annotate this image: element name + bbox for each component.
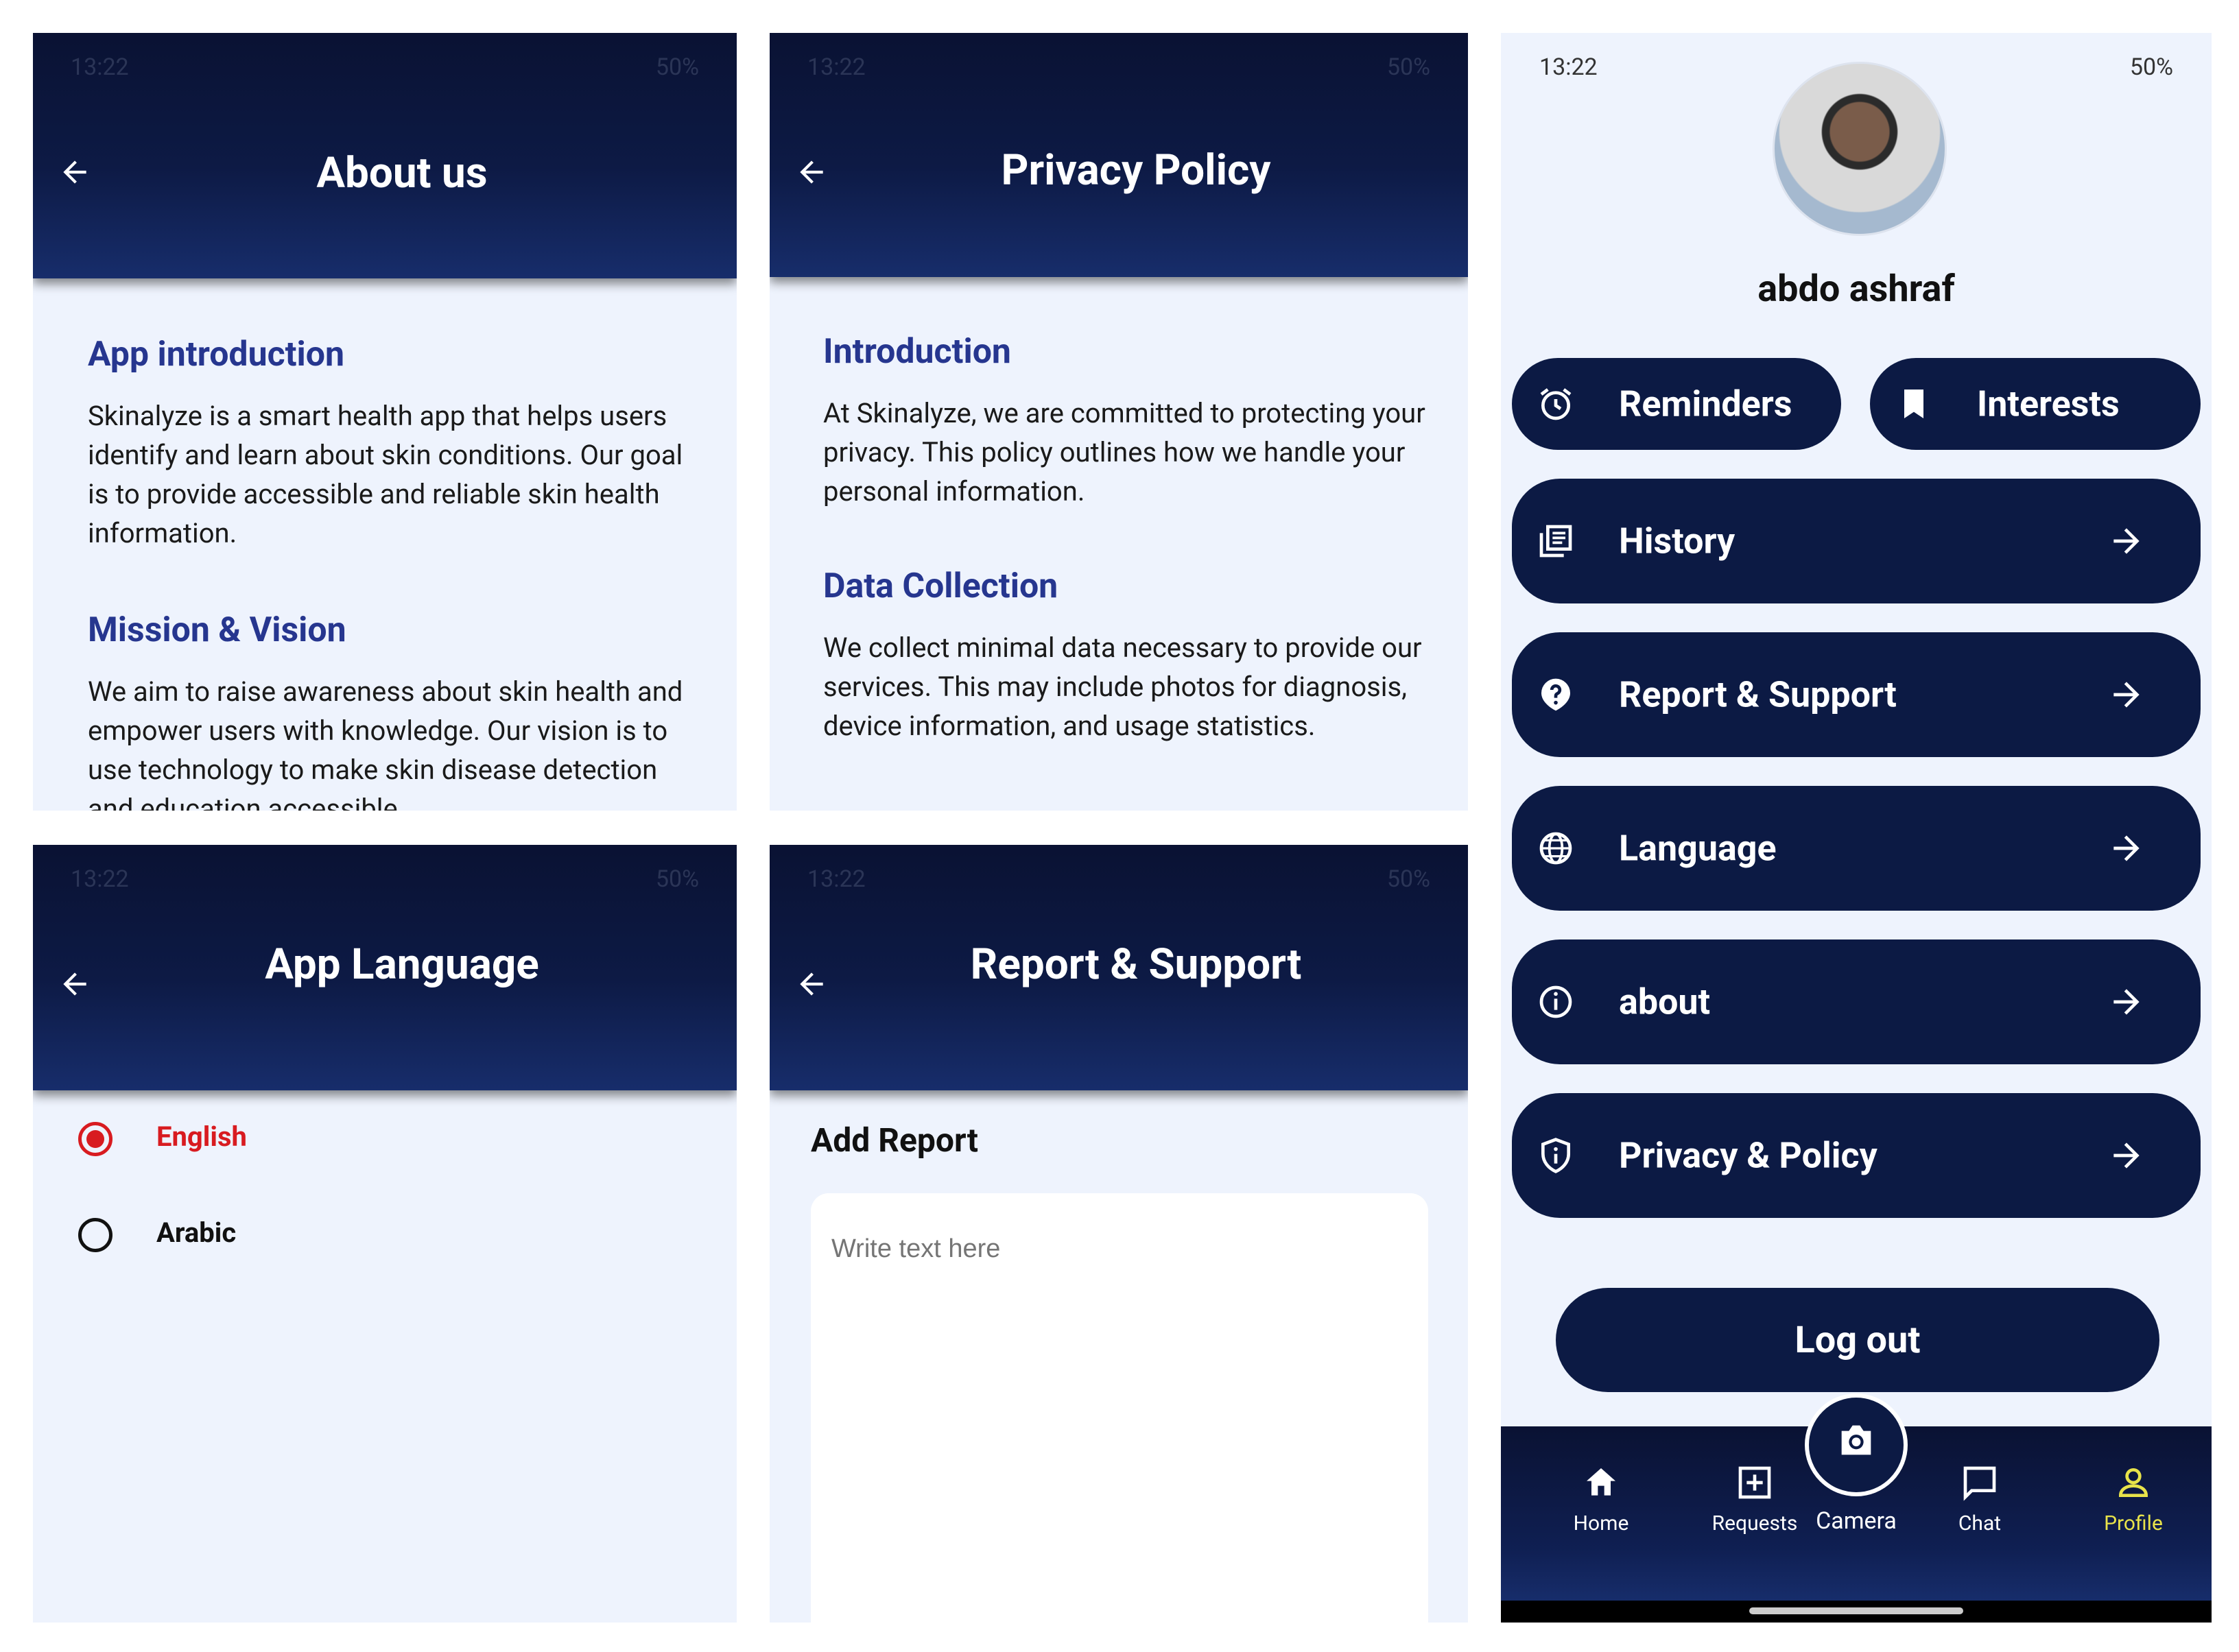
section-body: We aim to raise awareness about skin hea… <box>88 675 683 811</box>
section-body: We collect minimal data necessary to pro… <box>823 632 1422 742</box>
language-button[interactable]: Language <box>1512 786 2201 911</box>
add-report-heading: Add Report <box>811 1121 978 1160</box>
status-time: 13:22 <box>71 865 129 893</box>
status-time: 13:22 <box>807 53 866 81</box>
home-icon <box>1587 1468 1615 1496</box>
arrow-right-icon <box>2113 1142 2140 1169</box>
nav-chat-label: Chat <box>1958 1511 2002 1535</box>
arrow-right-icon <box>2113 528 2140 554</box>
add-box-icon <box>1738 1466 1771 1499</box>
section-body: Skinalyze is a smart health app that hel… <box>88 400 683 549</box>
section-heading: Mission & Vision <box>88 610 346 650</box>
chat-bubble-icon <box>1963 1466 1996 1501</box>
status-time: 13:22 <box>807 865 866 893</box>
about-screen: 13:22 50% About us App introduction Skin… <box>33 33 737 811</box>
language-screen: 13:22 50% App Language English Arabic <box>33 845 737 1623</box>
info-icon <box>1539 985 1572 1018</box>
back-arrow-icon[interactable] <box>794 967 829 1001</box>
privacy-screen: 13:22 50% Privacy Policy Introduction At… <box>770 33 1468 811</box>
status-battery: 50% <box>655 53 699 81</box>
history-label: History <box>1619 520 1735 562</box>
interests-button[interactable]: Interests <box>1870 358 2201 450</box>
nav-camera[interactable]: Camera <box>1788 1393 1925 1535</box>
avatar[interactable] <box>1773 62 1947 236</box>
status-time: 13:22 <box>71 53 129 81</box>
logout-label: Log out <box>1794 1318 1921 1362</box>
app-bar: 13:22 50% App Language <box>33 845 737 1090</box>
back-arrow-icon[interactable] <box>58 967 92 1001</box>
history-button[interactable]: History <box>1512 479 2201 603</box>
radio-english[interactable] <box>78 1122 112 1156</box>
nav-chat[interactable]: Chat <box>1911 1463 2048 1535</box>
page-title: Report & Support <box>970 939 1302 990</box>
language-label: Language <box>1619 827 1777 870</box>
status-bar: 13:22 50% <box>71 865 699 893</box>
app-bar: 13:22 50% About us <box>33 33 737 278</box>
nav-home-label: Home <box>1573 1511 1629 1535</box>
reminders-button[interactable]: Reminders <box>1512 358 1841 450</box>
profile-screen: 13:22 50% abdo ashraf Reminders Interest… <box>1501 33 2212 1623</box>
history-list-icon <box>1539 525 1572 558</box>
page-title: About us <box>316 148 488 198</box>
report-screen: 13:22 50% Report & Support Add Report <box>770 845 1468 1623</box>
nav-requests-label: Requests <box>1711 1511 1798 1535</box>
status-battery: 50% <box>655 865 699 893</box>
privacy-policy-label: Privacy & Policy <box>1619 1134 1877 1177</box>
person-icon <box>2118 1468 2148 1497</box>
status-battery: 50% <box>2129 53 2173 81</box>
arrow-right-icon <box>2113 682 2140 708</box>
about-label: about <box>1619 981 1711 1023</box>
section-heading: Data Collection <box>823 566 1058 606</box>
shield-icon <box>1541 1138 1570 1173</box>
camera-fab[interactable] <box>1805 1393 1908 1496</box>
report-support-label: Report & Support <box>1619 673 1897 716</box>
privacy-policy-button[interactable]: Privacy & Policy <box>1512 1093 2201 1218</box>
about-button[interactable]: about <box>1512 939 2201 1064</box>
page-title: App Language <box>265 939 539 990</box>
status-time: 13:22 <box>1539 53 1598 81</box>
report-support-button[interactable]: Report & Support <box>1512 632 2201 757</box>
nav-home[interactable]: Home <box>1532 1463 1670 1535</box>
status-bar: 13:22 50% <box>71 53 699 81</box>
reminders-label: Reminders <box>1619 383 1792 425</box>
bottom-nav: Home Requests Camera Chat Profile <box>1501 1393 2212 1601</box>
section-heading: Introduction <box>823 332 1011 372</box>
language-option-arabic[interactable]: Arabic <box>156 1217 236 1249</box>
back-arrow-icon[interactable] <box>58 155 92 189</box>
help-question-icon <box>1541 678 1570 711</box>
page-title: Privacy Policy <box>1001 145 1271 195</box>
status-battery: 50% <box>1386 865 1430 893</box>
nav-profile[interactable]: Profile <box>2065 1463 2202 1535</box>
status-bar: 13:22 50% <box>807 865 1430 893</box>
app-bar: 13:22 50% Report & Support <box>770 845 1468 1090</box>
back-arrow-icon[interactable] <box>794 155 829 189</box>
globe-icon <box>1539 832 1572 865</box>
status-battery: 50% <box>1386 53 1430 81</box>
radio-arabic[interactable] <box>78 1218 112 1252</box>
language-option-english[interactable]: English <box>156 1121 247 1153</box>
interests-label: Interests <box>1977 383 2120 425</box>
status-bar: 13:22 50% <box>807 53 1430 81</box>
arrow-right-icon <box>2113 989 2140 1015</box>
section-body: At Skinalyze, we are committed to protec… <box>823 397 1425 507</box>
report-text-input[interactable] <box>811 1193 1428 1623</box>
gesture-handle[interactable] <box>1749 1607 1963 1614</box>
logout-button[interactable]: Log out <box>1556 1288 2159 1392</box>
nav-profile-label: Profile <box>2104 1511 2163 1535</box>
section-heading: App introduction <box>88 335 345 374</box>
profile-name: abdo ashraf <box>1757 267 1955 311</box>
nav-camera-label: Camera <box>1816 1507 1897 1535</box>
app-bar: 13:22 50% Privacy Policy <box>770 33 1468 277</box>
arrow-right-icon <box>2113 835 2140 861</box>
camera-icon <box>1841 1425 1871 1455</box>
bookmark-icon <box>1904 390 1923 418</box>
gesture-bar-area <box>1501 1601 2212 1623</box>
alarm-clock-icon <box>1540 388 1572 420</box>
